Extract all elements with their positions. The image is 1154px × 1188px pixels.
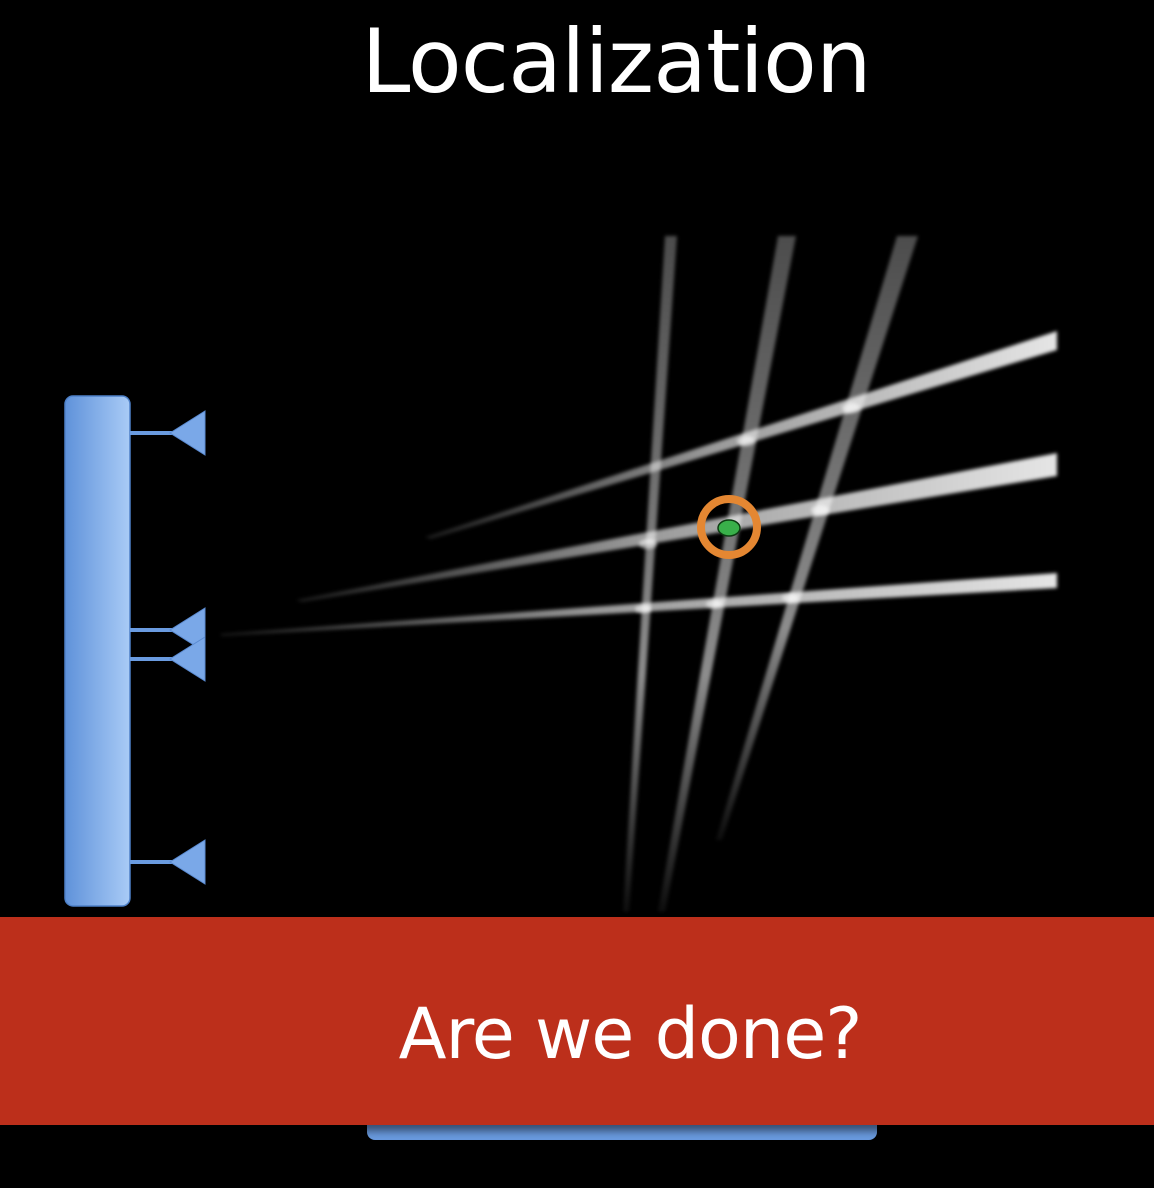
sensor-top-icon (130, 410, 206, 456)
vertical-beams (623, 236, 918, 912)
sensor-bottom-icon (130, 839, 206, 885)
horizontal-beams (220, 331, 1057, 636)
question-banner: Are we done? (0, 917, 1154, 1125)
sensor-mid-lower-icon (130, 636, 206, 682)
sensor-array-bar (64, 395, 131, 907)
banner-text: Are we done? (398, 993, 863, 1075)
